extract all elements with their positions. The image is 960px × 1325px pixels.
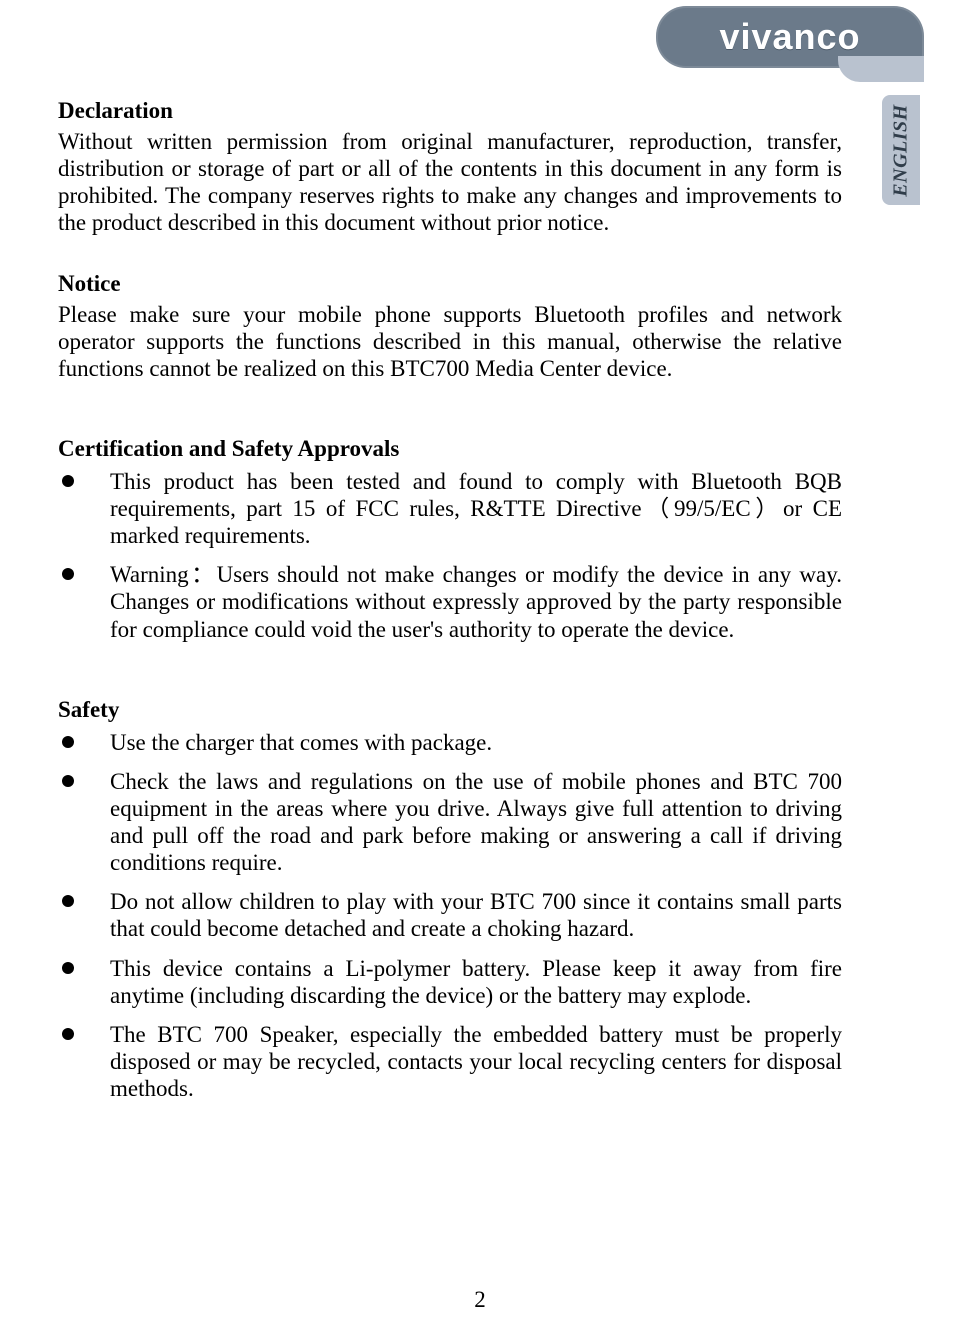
list-item: The BTC 700 Speaker, especially the embe… bbox=[58, 1021, 842, 1102]
list-item: This product has been tested and found t… bbox=[58, 468, 842, 549]
page-number: 2 bbox=[0, 1287, 960, 1313]
language-tab: ENGLISH bbox=[882, 95, 920, 205]
notice-text: Please make sure your mobile phone suppo… bbox=[58, 301, 842, 382]
content-area: Declaration Without written permission f… bbox=[58, 0, 902, 1102]
declaration-text: Without written permission from original… bbox=[58, 128, 842, 237]
language-tab-label: ENGLISH bbox=[890, 104, 913, 196]
notice-heading: Notice bbox=[58, 271, 842, 297]
list-item: Check the laws and regulations on the us… bbox=[58, 768, 842, 877]
brand-logo-accent bbox=[838, 56, 924, 82]
list-item: Do not allow children to play with your … bbox=[58, 888, 842, 942]
list-item: This device contains a Li-polymer batter… bbox=[58, 955, 842, 1009]
cert-list: This product has been tested and found t… bbox=[58, 468, 842, 643]
list-item: Warning：Users should not make changes or… bbox=[58, 561, 842, 642]
list-item: Use the charger that comes with package. bbox=[58, 729, 842, 756]
safety-list: Use the charger that comes with package.… bbox=[58, 729, 842, 1103]
brand-logo-text: vivanco bbox=[719, 16, 860, 58]
page: vivanco ENGLISH Declaration Without writ… bbox=[0, 0, 960, 1325]
safety-heading: Safety bbox=[58, 697, 842, 723]
declaration-heading: Declaration bbox=[58, 98, 842, 124]
cert-heading: Certification and Safety Approvals bbox=[58, 436, 842, 462]
brand-logo: vivanco bbox=[656, 6, 924, 82]
